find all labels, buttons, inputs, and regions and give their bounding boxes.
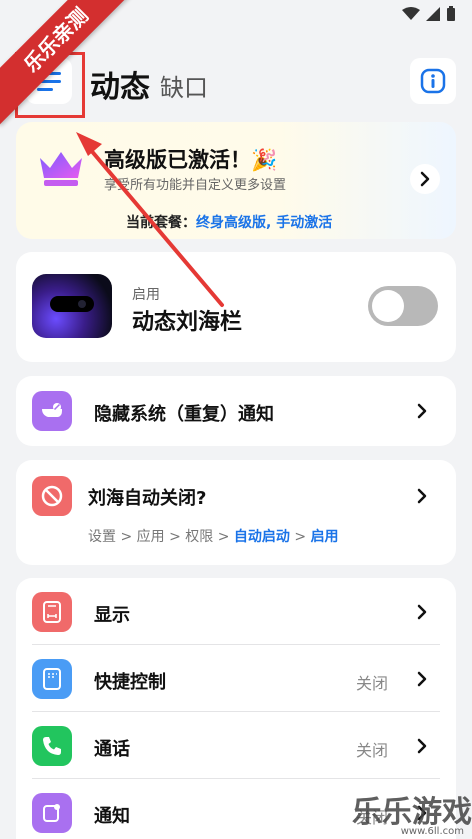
crumb-sep: > (289, 529, 311, 545)
crumb-apps: 应用 (136, 529, 165, 545)
list-item-calls[interactable]: 通话 关闭 (16, 712, 456, 779)
list-item-label: 显示 (94, 605, 130, 626)
hide-notifications-label: 隐藏系统（重复）通知 (94, 404, 274, 425)
toggle-knob (372, 290, 404, 322)
island-card: 启用 动态刘海栏 (16, 252, 456, 362)
island-toggle[interactable] (368, 286, 438, 326)
chevron-right-icon (417, 671, 427, 687)
crumb-enable: 启用 (310, 529, 339, 545)
auto-close-row[interactable]: 刘海自动关闭? 设置 > 应用 > 权限 > 自动启动 > 启用 (16, 460, 456, 565)
notification-icon (32, 793, 72, 833)
island-thumbnail (32, 274, 112, 338)
premium-card[interactable]: 高级版已激活！🎉 享受所有功能并自定义更多设置 当前套餐：终身高级版, 手动激活 (16, 122, 456, 239)
breadcrumb: 设置 > 应用 > 权限 > 自动启动 > 启用 (88, 526, 339, 546)
crumb-sep: > (116, 529, 137, 545)
battery-icon (447, 6, 455, 21)
page-title: 动态 (90, 70, 150, 105)
crumb-sep: > (164, 529, 186, 545)
hide-notifications-icon (32, 391, 72, 431)
chevron-right-icon (417, 488, 427, 504)
crumb-autostart: 自动启动 (233, 529, 290, 545)
phone-icon (32, 726, 72, 766)
status-icons (402, 6, 456, 22)
list-item-value: 关闭 (355, 741, 388, 760)
list-item-quick-controls[interactable]: 快捷控制 关闭 (16, 645, 456, 712)
list-item-label: 通话 (94, 739, 130, 760)
list-item-label: 通知 (94, 806, 130, 827)
crumb-sep: > (213, 529, 234, 545)
premium-title: 高级版已激活！🎉 (104, 148, 278, 172)
page-subtitle: 缺口 (160, 74, 208, 102)
brand-url: www.6ll.com (400, 826, 464, 837)
chevron-right-icon (417, 604, 427, 620)
island-name: 动态刘海栏 (132, 310, 243, 335)
quick-controls-icon (32, 659, 72, 699)
auto-close-label: 刘海自动关闭? (88, 488, 207, 509)
list-item-display[interactable]: 显示 (16, 578, 456, 645)
crown-icon (40, 152, 82, 186)
hide-notifications-row[interactable]: 隐藏系统（重复）通知 (16, 376, 456, 446)
plan-prefix: 当前套餐： (126, 215, 196, 231)
display-icon (32, 592, 72, 632)
island-pill (50, 296, 94, 312)
premium-description: 享受所有功能并自定义更多设置 (104, 178, 287, 193)
wifi-icon (402, 7, 420, 20)
chevron-right-icon (417, 403, 427, 419)
info-button[interactable] (410, 58, 456, 104)
signal-icon (426, 7, 440, 21)
block-icon (32, 476, 72, 516)
list-item-label: 快捷控制 (94, 672, 166, 693)
premium-chevron-button[interactable] (410, 164, 440, 194)
premium-plan: 当前套餐：终身高级版, 手动激活 (126, 212, 332, 232)
info-icon (420, 68, 446, 94)
enable-label: 启用 (132, 287, 160, 303)
brand-watermark: 乐乐游戏 (352, 795, 472, 830)
crumb-settings: 设置 (88, 529, 116, 545)
list-item-value: 关闭 (355, 674, 388, 693)
chevron-right-icon (420, 171, 430, 187)
chevron-right-icon (417, 738, 427, 754)
crumb-permissions: 权限 (185, 529, 214, 545)
plan-value: 终身高级版, 手动激活 (196, 215, 333, 231)
